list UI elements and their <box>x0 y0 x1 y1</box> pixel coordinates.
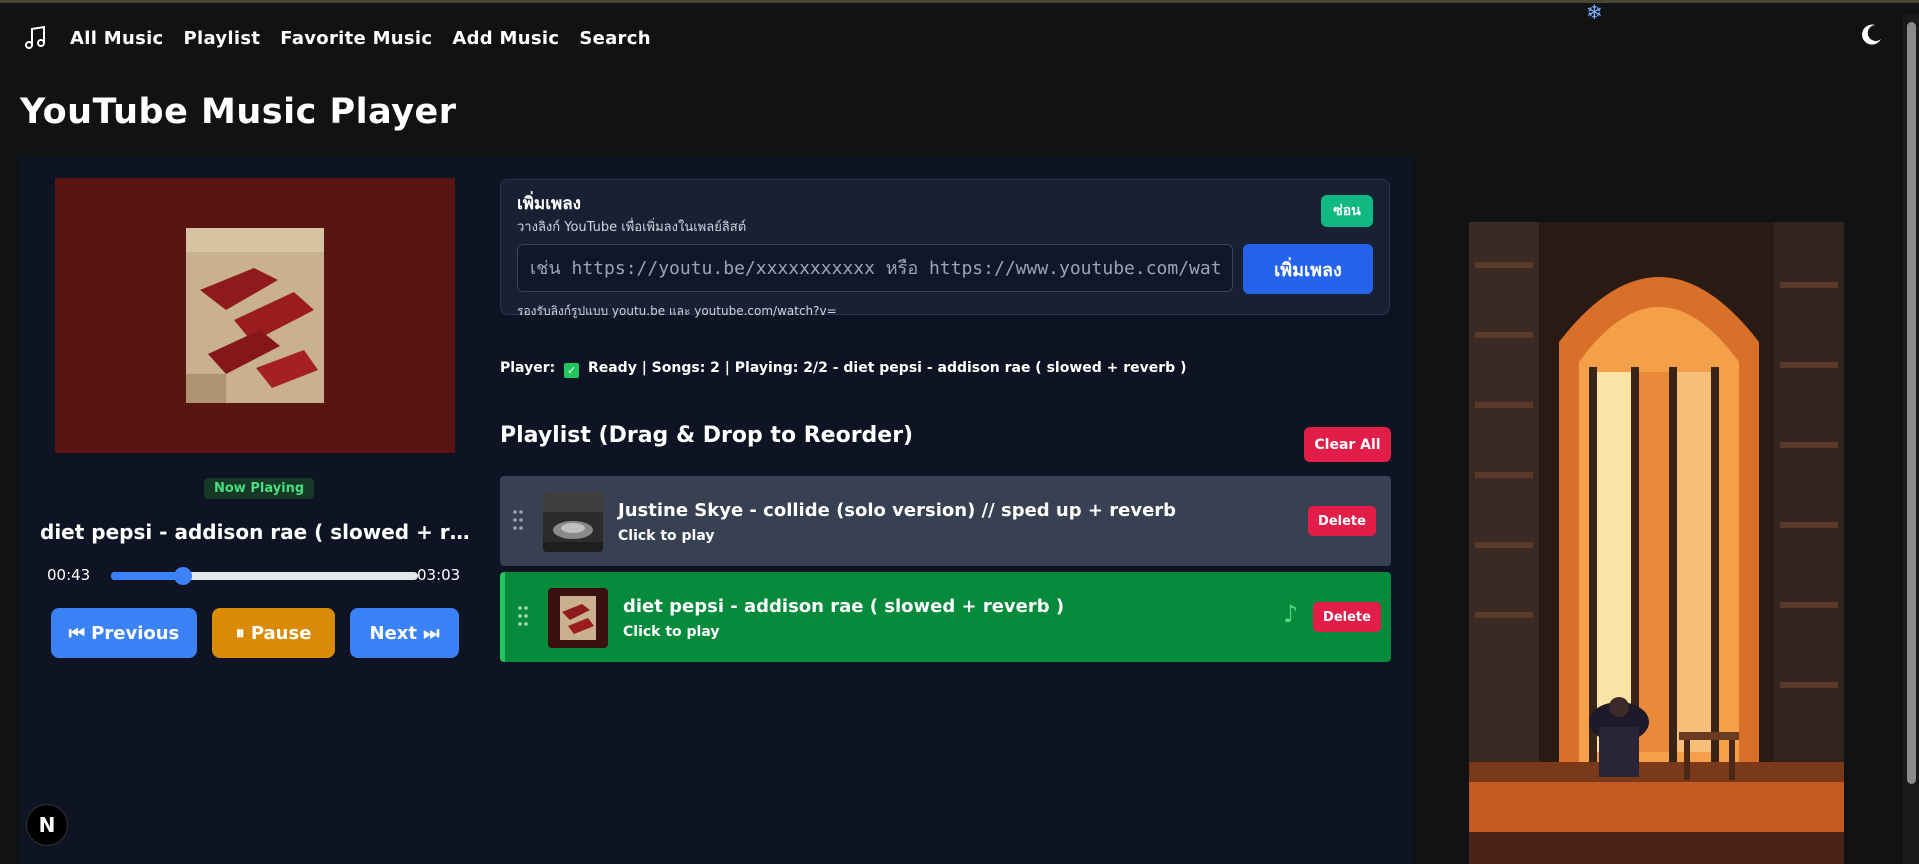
track-subtitle: Click to play <box>618 528 715 544</box>
playing-note-icon: ♪ <box>1283 600 1299 628</box>
track-title: diet pepsi - addison rae ( slowed + reve… <box>623 596 1065 617</box>
nav-playlist[interactable]: Playlist <box>184 28 261 49</box>
track-title: Justine Skye - collide (solo version) //… <box>618 500 1177 521</box>
main-nav: All Music Playlist Favorite Music Add Mu… <box>22 22 651 54</box>
next-button[interactable]: Next ⏭ <box>350 608 459 658</box>
add-song-title: เพิ่มเพลง <box>517 194 581 214</box>
nav-add-music[interactable]: Add Music <box>452 28 559 49</box>
progress-slider[interactable] <box>111 567 418 585</box>
playlist-item[interactable]: Justine Skye - collide (solo version) //… <box>500 476 1391 566</box>
previous-button[interactable]: ⏮ Previous <box>51 608 197 658</box>
add-song-subtitle: วางลิงก์ YouTube เพื่อเพิ่มลงในเพลย์ลิสต… <box>517 220 747 235</box>
track-thumbnail <box>543 492 603 552</box>
total-time: 03:03 <box>417 566 461 584</box>
add-song-button[interactable]: เพิ่มเพลง <box>1243 244 1373 294</box>
progress-thumb[interactable] <box>174 567 193 585</box>
add-song-card: เพิ่มเพลง วางลิงก์ YouTube เพื่อเพิ่มลงใ… <box>500 179 1390 318</box>
moon-icon[interactable] <box>1858 22 1884 48</box>
drag-handle-icon[interactable] <box>512 508 524 532</box>
hide-button[interactable]: ซ่อน <box>1321 195 1373 227</box>
album-art <box>55 178 455 453</box>
pause-button[interactable]: ⏸ Pause <box>212 608 335 658</box>
library-pixel-art <box>1469 222 1844 864</box>
scrollbar-thumb[interactable] <box>1907 22 1916 784</box>
current-time: 00:43 <box>47 566 91 584</box>
delete-button[interactable]: Delete <box>1308 506 1376 536</box>
page-title: YouTube Music Player <box>20 92 457 132</box>
status-text: Ready | Songs: 2 | Playing: 2/2 - diet p… <box>587 360 1187 376</box>
track-subtitle: Click to play <box>623 624 720 640</box>
drag-handle-icon[interactable] <box>517 604 529 628</box>
top-border <box>0 0 1919 3</box>
add-song-hint: รองรับลิงก์รูปแบบ youtu.be และ youtube.c… <box>517 304 837 318</box>
delete-button[interactable]: Delete <box>1313 602 1381 632</box>
track-thumbnail <box>548 588 608 648</box>
music-note-icon[interactable] <box>22 24 50 52</box>
progress-fill <box>111 572 184 580</box>
nav-search[interactable]: Search <box>579 28 650 49</box>
now-playing-badge: Now Playing <box>204 478 315 499</box>
player-status: Player: ✓ Ready | Songs: 2 | Playing: 2/… <box>500 360 1186 378</box>
snowflake-icon: ❄ <box>1586 0 1603 24</box>
nav-all-music[interactable]: All Music <box>70 28 164 49</box>
now-playing-title: diet pepsi - addison rae ( slowed + reve… <box>40 520 480 544</box>
album-cover-image <box>186 228 324 403</box>
player-panel: Now Playing diet pepsi - addison rae ( s… <box>20 158 1412 864</box>
check-icon: ✓ <box>564 363 580 378</box>
nav-favorite-music[interactable]: Favorite Music <box>280 28 432 49</box>
status-prefix: Player: <box>500 360 556 376</box>
clear-all-button[interactable]: Clear All <box>1304 427 1391 462</box>
n-badge[interactable]: N <box>26 804 68 846</box>
playlist-item-playing[interactable]: diet pepsi - addison rae ( slowed + reve… <box>500 572 1391 662</box>
youtube-url-input[interactable] <box>517 244 1233 292</box>
playlist-title: Playlist (Drag & Drop to Reorder) <box>500 423 914 448</box>
